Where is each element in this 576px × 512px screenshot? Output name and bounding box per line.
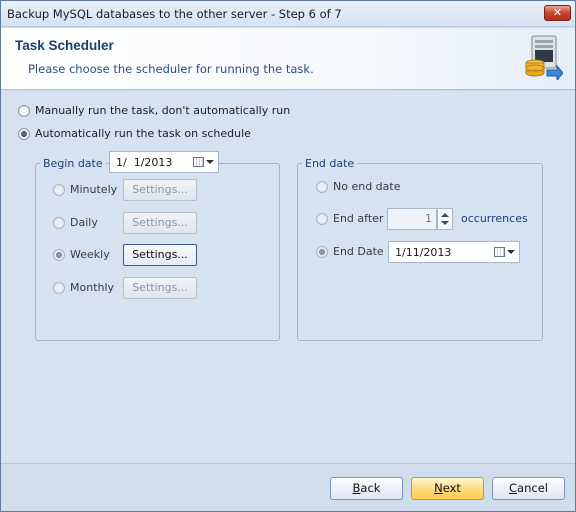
chevron-down-icon[interactable] bbox=[507, 250, 515, 254]
spin-up-icon[interactable] bbox=[441, 213, 449, 217]
daily-label: Daily bbox=[70, 216, 98, 229]
title-bar[interactable]: Backup MySQL databases to the other serv… bbox=[1, 1, 575, 27]
begin-date-value[interactable]: 1/ 1/2013 bbox=[110, 156, 193, 169]
monthly-radio[interactable]: Monthly bbox=[53, 281, 114, 294]
cancel-button[interactable]: Cancel bbox=[492, 477, 565, 500]
no-end-date-radio-button[interactable] bbox=[316, 180, 328, 193]
monthly-settings-button[interactable]: Settings... bbox=[123, 277, 197, 299]
wizard-content: Manually run the task, don't automatical… bbox=[1, 91, 575, 463]
manual-run-radio[interactable]: Manually run the task, don't automatical… bbox=[18, 104, 290, 117]
end-after-radio[interactable]: End after bbox=[316, 212, 383, 225]
wizard-header: Task Scheduler Please choose the schedul… bbox=[1, 28, 575, 90]
monthly-label: Monthly bbox=[70, 281, 115, 294]
begin-date-legend: Begin date bbox=[40, 157, 106, 170]
next-label: ext bbox=[442, 481, 461, 495]
manual-run-radio-button[interactable] bbox=[18, 104, 30, 117]
end-date-legend: End date bbox=[302, 157, 358, 170]
end-date-label: End Date bbox=[333, 245, 384, 258]
no-end-date-radio[interactable]: No end date bbox=[316, 180, 400, 193]
wizard-window: Backup MySQL databases to the other serv… bbox=[0, 0, 576, 512]
next-mnemonic: N bbox=[434, 481, 443, 495]
page-title: Task Scheduler bbox=[15, 38, 114, 53]
next-button[interactable]: Next bbox=[411, 477, 484, 500]
end-date-picker[interactable]: 1/11/2013 bbox=[388, 241, 520, 263]
cancel-label: ancel bbox=[517, 481, 548, 495]
minutely-radio-button[interactable] bbox=[53, 183, 65, 196]
weekly-settings-button[interactable]: Settings... bbox=[123, 244, 197, 266]
daily-radio[interactable]: Daily bbox=[53, 216, 98, 229]
daily-radio-button[interactable] bbox=[53, 216, 65, 229]
auto-run-radio[interactable]: Automatically run the task on schedule bbox=[18, 127, 251, 140]
end-date-radio-button[interactable] bbox=[316, 245, 328, 258]
occurrences-value[interactable]: 1 bbox=[425, 212, 432, 225]
monthly-radio-button[interactable] bbox=[53, 281, 65, 294]
auto-run-label: Automatically run the task on schedule bbox=[35, 127, 251, 140]
end-after-radio-button[interactable] bbox=[316, 212, 328, 225]
no-end-date-label: No end date bbox=[333, 180, 401, 193]
minutely-label: Minutely bbox=[70, 183, 118, 196]
back-label: ack bbox=[360, 481, 381, 495]
manual-run-label: Manually run the task, don't automatical… bbox=[35, 104, 291, 117]
end-after-label: End after bbox=[333, 212, 384, 225]
close-icon: ✕ bbox=[552, 6, 563, 19]
window-title: Backup MySQL databases to the other serv… bbox=[7, 7, 342, 21]
cancel-mnemonic: C bbox=[509, 481, 518, 495]
calendar-icon[interactable] bbox=[494, 247, 505, 257]
begin-date-picker[interactable]: 1/ 1/2013 bbox=[109, 151, 219, 173]
spin-down-icon[interactable] bbox=[441, 221, 449, 225]
daily-settings-button[interactable]: Settings... bbox=[123, 212, 197, 234]
page-subtitle: Please choose the scheduler for running … bbox=[28, 62, 314, 76]
occurrences-input[interactable]: 1 bbox=[387, 208, 437, 230]
weekly-radio-button[interactable] bbox=[53, 248, 65, 261]
calendar-icon[interactable] bbox=[193, 157, 204, 167]
minutely-settings-button[interactable]: Settings... bbox=[123, 179, 197, 201]
wizard-footer: Back Next Cancel bbox=[1, 463, 575, 511]
back-button[interactable]: Back bbox=[330, 477, 403, 500]
close-button[interactable]: ✕ bbox=[544, 5, 571, 21]
database-server-icon bbox=[525, 35, 563, 80]
occurrences-label: occurrences bbox=[461, 212, 528, 225]
end-date-radio[interactable]: End Date bbox=[316, 245, 384, 258]
minutely-radio[interactable]: Minutely bbox=[53, 183, 117, 196]
chevron-down-icon[interactable] bbox=[206, 160, 214, 164]
weekly-radio[interactable]: Weekly bbox=[53, 248, 110, 261]
occurrences-spinner[interactable] bbox=[437, 208, 453, 230]
weekly-label: Weekly bbox=[70, 248, 110, 261]
end-date-value[interactable]: 1/11/2013 bbox=[389, 246, 494, 259]
auto-run-radio-button[interactable] bbox=[18, 127, 30, 140]
